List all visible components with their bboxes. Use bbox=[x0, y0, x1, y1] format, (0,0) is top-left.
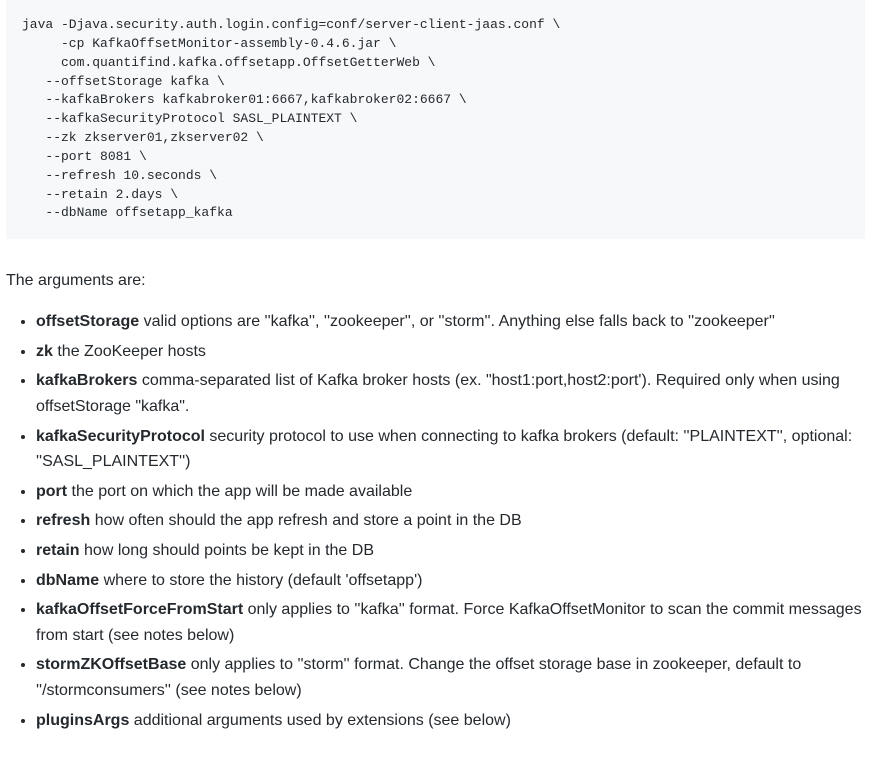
argument-desc: where to store the history (default 'off… bbox=[99, 572, 422, 589]
argument-item: retain how long should points be kept in… bbox=[36, 538, 865, 564]
argument-name: zk bbox=[36, 343, 53, 360]
argument-name: retain bbox=[36, 542, 80, 559]
argument-item: dbName where to store the history (defau… bbox=[36, 568, 865, 594]
argument-name: kafkaBrokers bbox=[36, 372, 137, 389]
argument-name: dbName bbox=[36, 572, 99, 589]
argument-desc: the port on which the app will be made a… bbox=[67, 483, 412, 500]
argument-item: kafkaSecurityProtocol security protocol … bbox=[36, 424, 865, 475]
argument-item: stormZKOffsetBase only applies to ''stor… bbox=[36, 652, 865, 703]
argument-desc: valid options are ''kafka'', ''zookeeper… bbox=[139, 313, 775, 330]
content-section: The arguments are: offsetStorage valid o… bbox=[0, 239, 871, 765]
argument-item: port the port on which the app will be m… bbox=[36, 479, 865, 505]
code-block: java -Djava.security.auth.login.config=c… bbox=[6, 0, 865, 239]
argument-name: kafkaSecurityProtocol bbox=[36, 428, 205, 445]
argument-item: refresh how often should the app refresh… bbox=[36, 508, 865, 534]
argument-desc: how long should points be kept in the DB bbox=[80, 542, 374, 559]
argument-name: kafkaOffsetForceFromStart bbox=[36, 601, 243, 618]
argument-desc: additional arguments used by extensions … bbox=[129, 712, 511, 729]
intro-text: The arguments are: bbox=[6, 269, 865, 293]
argument-desc: comma-separated list of Kafka broker hos… bbox=[36, 372, 840, 415]
argument-name: pluginsArgs bbox=[36, 712, 129, 729]
argument-item: offsetStorage valid options are ''kafka'… bbox=[36, 309, 865, 335]
argument-item: kafkaOffsetForceFromStart only applies t… bbox=[36, 597, 865, 648]
argument-name: port bbox=[36, 483, 67, 500]
argument-item: zk the ZooKeeper hosts bbox=[36, 339, 865, 365]
arguments-list: offsetStorage valid options are ''kafka'… bbox=[6, 309, 865, 733]
argument-name: offsetStorage bbox=[36, 313, 139, 330]
argument-desc: the ZooKeeper hosts bbox=[53, 343, 206, 360]
argument-desc: how often should the app refresh and sto… bbox=[90, 512, 521, 529]
argument-item: kafkaBrokers comma-separated list of Kaf… bbox=[36, 368, 865, 419]
argument-name: stormZKOffsetBase bbox=[36, 656, 186, 673]
argument-item: pluginsArgs additional arguments used by… bbox=[36, 708, 865, 734]
argument-name: refresh bbox=[36, 512, 90, 529]
